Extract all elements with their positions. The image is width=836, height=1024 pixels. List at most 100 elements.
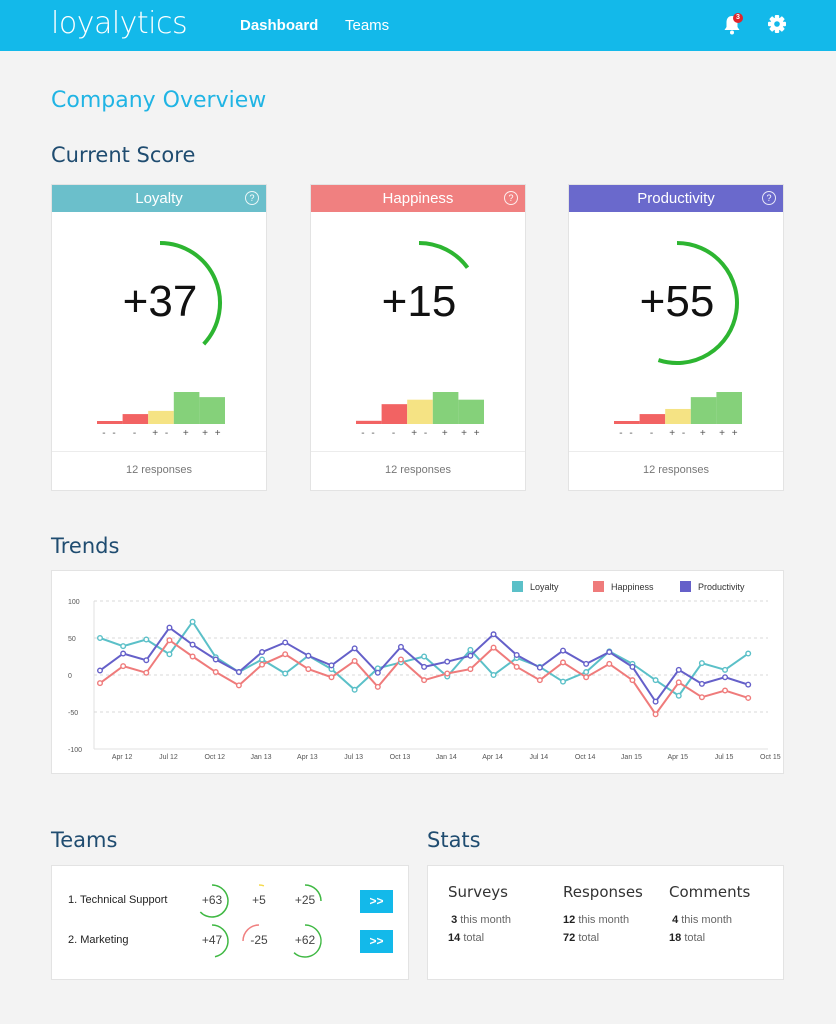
distribution-label: + + (719, 428, 740, 439)
distribution-label: + + (202, 428, 223, 439)
team-name[interactable]: 2. Marketing (68, 934, 129, 946)
data-point-happiness (629, 677, 636, 684)
distribution-bar (614, 421, 640, 424)
distribution-bar (432, 392, 459, 424)
x-tick-label: Jul 12 (159, 754, 178, 761)
data-point-productivity (282, 639, 289, 646)
gauge-arc (418, 241, 470, 269)
distribution-bar (199, 397, 225, 424)
data-point-loyalty (143, 636, 150, 643)
distribution-label: - (391, 428, 398, 439)
y-tick-label: 0 (68, 673, 72, 680)
team-score-gauge: +63 (192, 881, 232, 921)
distribution-bar (97, 421, 123, 424)
legend-label: Loyalty (530, 582, 559, 592)
data-point-productivity (397, 643, 404, 650)
data-point-productivity (536, 664, 543, 671)
stat-month-count: 12 (563, 914, 576, 926)
legend-swatch (680, 581, 691, 592)
data-point-productivity (629, 663, 636, 670)
responses-count: 12 responses (569, 451, 783, 490)
team-score-value: +5 (252, 893, 266, 907)
data-point-productivity (374, 669, 381, 676)
team-gauge-arc (258, 884, 265, 887)
app-logo[interactable]: loyalytics (51, 6, 188, 41)
legend-label: Productivity (698, 582, 745, 592)
page-title: Company Overview (51, 88, 267, 113)
current-score-heading: Current Score (51, 143, 196, 167)
data-point-happiness (722, 687, 729, 694)
distribution-bar (173, 392, 200, 424)
team-details-button[interactable]: >> (360, 890, 393, 913)
data-point-productivity (166, 624, 173, 631)
data-point-loyalty (722, 666, 729, 673)
score-card-header: Happiness ? (311, 185, 525, 212)
data-point-loyalty (351, 686, 358, 693)
score-card-header: Loyalty ? (52, 185, 266, 212)
help-icon[interactable]: ? (762, 191, 776, 205)
data-point-productivity (351, 645, 358, 652)
data-point-productivity (305, 652, 312, 659)
notification-badge: 3 (733, 13, 743, 23)
data-point-productivity (652, 698, 659, 705)
data-point-happiness (745, 694, 752, 701)
data-point-productivity (722, 674, 729, 681)
stat-surveys: Surveys 3 this month 14 total (448, 883, 511, 950)
data-point-happiness (259, 661, 266, 668)
data-point-happiness (490, 644, 497, 651)
data-point-productivity (698, 680, 705, 687)
data-point-productivity (745, 681, 752, 688)
stat-this-month: 12 this month (563, 914, 643, 926)
help-icon[interactable]: ? (245, 191, 259, 205)
trends-chart-svg: 100 50 0 -50 -100 Apr 12 Jul 12 Oct 12 Jan 13 Apr… (68, 581, 781, 761)
legend-label: Happiness (611, 582, 654, 592)
data-point-happiness (606, 660, 613, 667)
distribution-label: - - (619, 428, 635, 439)
distribution-label: - (649, 428, 656, 439)
data-point-loyalty (166, 651, 173, 658)
distribution-label: + (699, 428, 708, 439)
distribution-bars (97, 392, 225, 424)
data-point-happiness (212, 669, 219, 676)
y-tick-label: -100 (68, 747, 82, 754)
data-point-loyalty (745, 650, 752, 657)
teams-panel: 1. Technical Support +63 +5 +25 >> 2. Marketi… (51, 865, 409, 980)
data-point-loyalty (675, 692, 682, 699)
team-name[interactable]: 1. Technical Support (68, 894, 167, 906)
help-icon[interactable]: ? (504, 191, 518, 205)
distribution-bar (716, 392, 742, 424)
stat-total: 14 total (448, 932, 511, 944)
x-tick-label: Apr 13 (297, 754, 318, 761)
data-point-productivity (328, 662, 335, 669)
responses-count: 12 responses (311, 451, 525, 490)
data-point-productivity (189, 641, 196, 648)
data-point-happiness (305, 666, 312, 673)
data-point-productivity (259, 649, 266, 656)
nav-teams[interactable]: Teams (345, 17, 389, 34)
stat-title: Responses (563, 883, 643, 901)
data-point-happiness (235, 682, 242, 689)
data-point-productivity (143, 657, 150, 664)
x-tick-label: Jan 13 (251, 754, 272, 761)
data-point-loyalty (282, 670, 289, 677)
score-card-loyalty: Loyalty ? +37 12 responses - - - + - + + + (51, 184, 267, 491)
top-navbar: loyalytics Dashboard Teams 3 (0, 0, 836, 51)
team-score-gauge: +25 (285, 881, 325, 921)
data-point-happiness (560, 659, 567, 666)
x-tick-label: Apr 14 (482, 754, 503, 761)
distribution-bar (690, 397, 717, 424)
distribution-label: + - (152, 428, 171, 439)
distribution-label: + - (669, 428, 688, 439)
score-gauge (657, 241, 739, 365)
data-point-loyalty (259, 656, 266, 663)
stats-panel: Surveys 3 this month 14 total Responses … (427, 865, 784, 980)
team-details-button[interactable]: >> (360, 930, 393, 953)
team-score-gauge: +5 (239, 881, 279, 921)
gear-icon[interactable] (766, 13, 788, 35)
stat-month-label: this month (681, 914, 732, 926)
stat-total-count: 72 (563, 932, 576, 944)
nav-dashboard[interactable]: Dashboard (240, 17, 318, 34)
distribution-bars (356, 392, 484, 424)
stat-title: Comments (669, 883, 751, 901)
stat-total-label: total (684, 932, 706, 944)
